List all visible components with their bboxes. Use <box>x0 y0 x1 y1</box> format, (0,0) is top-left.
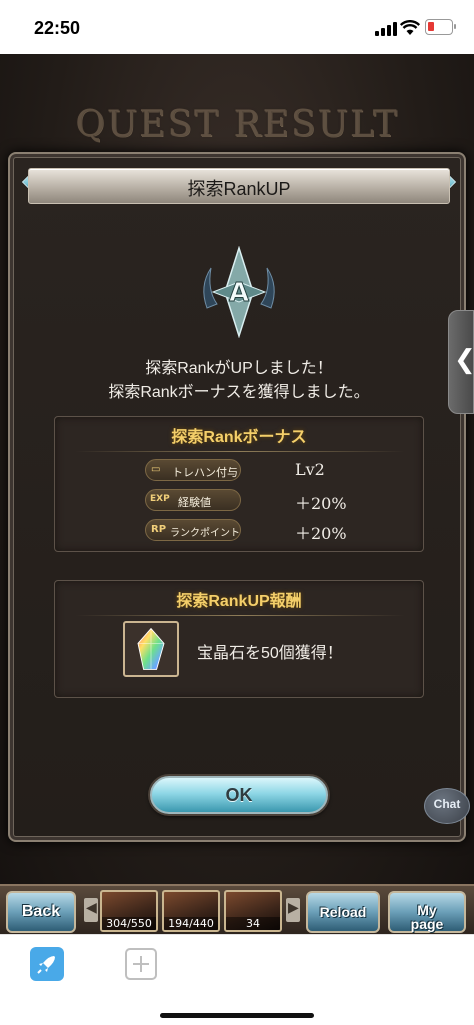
back-button-label: Back <box>21 903 61 920</box>
game-bottom-nav: Back ◀ 304/550 194/440 34 ▶ Reload My pa… <box>0 884 474 934</box>
dialog-title: 探索RankUP <box>187 179 291 199</box>
treasure-hunt-icon: ▭ <box>151 464 161 475</box>
rank-bonus-title: 探索Rankボーナス <box>171 429 307 446</box>
bonus-value: ＋20% <box>295 494 347 513</box>
wifi-icon <box>400 20 420 35</box>
rankup-reward-panel: 探索RankUP報酬 宝晶石を50個獲得！ <box>54 580 424 698</box>
home-indicator <box>160 1013 314 1018</box>
ok-button-label: OK <box>225 785 253 805</box>
back-button[interactable]: Back <box>6 891 76 933</box>
bonus-row-rank-point: RP ランクポイント ＋20% <box>145 519 365 543</box>
bonus-label: ランクポイント <box>170 528 240 539</box>
cellular-signal-icon <box>375 22 397 36</box>
chat-label: Chat <box>433 797 461 811</box>
add-tab-button[interactable] <box>125 948 157 980</box>
battery-icon <box>425 19 456 35</box>
status-time: 22:50 <box>34 18 81 38</box>
rocket-icon <box>37 956 55 974</box>
status-thumb[interactable]: 194/440 <box>162 890 220 932</box>
status-thumb[interactable]: 304/550 <box>100 890 158 932</box>
rank-bonus-panel: 探索Rankボーナス ▭ トレハン付与 Lv2 EXP 経験値 ＋20% RP <box>54 416 424 552</box>
rank-a-emblem-icon: A <box>203 246 275 338</box>
rankup-message-line2: 探索Rankボーナスを獲得しました。 <box>108 384 370 401</box>
side-menu-tab[interactable]: ❮ <box>448 310 474 414</box>
reload-button-label: Reload <box>319 904 367 920</box>
thumb-count: 34 <box>226 917 280 930</box>
svg-text:A: A <box>229 278 249 308</box>
bonus-value: ＋20% <box>295 524 347 543</box>
thumb-count: 304/550 <box>102 917 156 930</box>
chevron-left-icon: ◀ <box>86 900 97 916</box>
chevron-left-icon: ❮ <box>454 345 474 375</box>
browser-toolbar <box>0 934 474 1025</box>
carousel-left-arrow[interactable]: ◀ <box>84 898 98 922</box>
dialog-header: 探索RankUP <box>28 168 450 204</box>
rankup-reward-title: 探索RankUP報酬 <box>176 593 302 610</box>
chat-button[interactable]: Chat <box>424 788 470 824</box>
mypage-button-label: My page <box>410 902 444 932</box>
mypage-button[interactable]: My page <box>388 891 466 933</box>
rp-icon: RP <box>151 524 167 535</box>
quest-result-banner: QUEST RESULT <box>0 74 474 164</box>
quest-result-title: QUEST RESULT <box>75 104 399 145</box>
bonus-label: 経験値 <box>178 497 211 509</box>
bonus-label: トレハン付与 <box>172 467 238 479</box>
reload-button[interactable]: Reload <box>306 891 380 933</box>
rankup-message-line1: 探索RankがUPしました！ <box>145 360 333 377</box>
rankup-dialog: 探索RankUP A 探索RankがUPしました！ 探索Rankボーナスを獲得し… <box>8 152 466 842</box>
crystal-icon <box>123 621 179 677</box>
status-thumb[interactable]: 34 <box>224 890 282 932</box>
carousel-right-arrow[interactable]: ▶ <box>286 898 300 922</box>
chevron-right-icon: ▶ <box>288 900 299 916</box>
bonus-value: Lv2 <box>295 460 325 479</box>
bonus-row-exp: EXP 経験値 ＋20% <box>145 489 365 513</box>
reward-text: 宝晶石を50個獲得！ <box>197 645 343 662</box>
ok-button[interactable]: OK <box>150 776 328 814</box>
rocket-app-button[interactable] <box>30 947 64 981</box>
thumb-count: 194/440 <box>164 917 218 930</box>
bonus-row-treasure: ▭ トレハン付与 Lv2 <box>145 459 365 483</box>
game-screen: QUEST RESULT 探索RankUP A 探索RankがUPしました！ 探… <box>0 54 474 934</box>
status-bar: 22:50 <box>0 0 474 54</box>
exp-icon: EXP <box>150 494 170 504</box>
